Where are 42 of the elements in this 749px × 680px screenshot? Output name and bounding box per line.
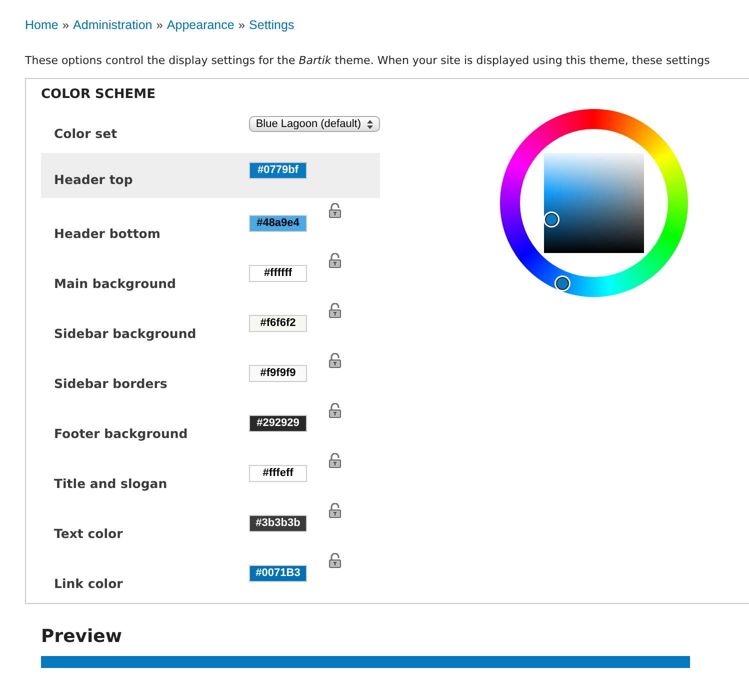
- field-label: Color set: [54, 124, 118, 140]
- field-label: Header bottom: [54, 224, 162, 240]
- field-label: Link color: [54, 574, 124, 590]
- saturation-square[interactable]: [544, 153, 644, 253]
- padlock-icon[interactable]: [329, 503, 341, 518]
- padlock-icon[interactable]: [329, 353, 341, 368]
- field-label: Sidebar borders: [54, 374, 168, 390]
- color-set-dropdown[interactable]: Blue Lagoon (default): [248, 116, 380, 132]
- field-label: Text color: [54, 524, 124, 540]
- color-value-field[interactable]: #292929: [249, 414, 307, 432]
- section-legend: COLOR SCHEME: [41, 87, 749, 103]
- field-label: Footer background: [54, 424, 189, 440]
- color-value-field[interactable]: #3b3b3b: [249, 514, 307, 532]
- padlock-icon[interactable]: [329, 203, 341, 218]
- breadcrumb-separator: »: [62, 17, 70, 33]
- breadcrumb-link[interactable]: Settings: [249, 17, 294, 33]
- color-value-field[interactable]: #48a9e4: [249, 214, 307, 232]
- padlock-icon[interactable]: [329, 403, 341, 418]
- field-label: Main background: [54, 274, 177, 290]
- padlock-icon[interactable]: [329, 453, 341, 468]
- padlock-icon[interactable]: [329, 553, 341, 568]
- updown-arrows-icon: [367, 120, 373, 128]
- hue-handle[interactable]: [556, 277, 569, 290]
- breadcrumb-link[interactable]: Administration: [73, 17, 152, 33]
- description-text: These options control the display settings for the Bartik theme. When your site is displayed using this theme, these settings: [25, 53, 711, 69]
- padlock-icon[interactable]: [329, 253, 341, 268]
- field-label: Title and slogan: [54, 474, 168, 490]
- color-value-field[interactable]: #ffffff: [249, 264, 307, 282]
- saturation-handle[interactable]: [545, 213, 558, 226]
- field-label: Header top: [54, 170, 134, 186]
- breadcrumb-separator: »: [156, 17, 163, 33]
- breadcrumb-separator: »: [238, 17, 246, 33]
- color-value-field[interactable]: #0071B3: [249, 564, 307, 582]
- color-value-field[interactable]: #f9f9f9: [249, 364, 307, 382]
- color-value-field[interactable]: #0779bf: [249, 162, 307, 179]
- color-value-field[interactable]: #fffeff: [249, 464, 307, 482]
- breadcrumb-link[interactable]: Home: [25, 17, 58, 33]
- breadcrumb-link[interactable]: Appearance: [166, 17, 234, 33]
- preview-heading: Preview: [41, 626, 124, 648]
- padlock-icon[interactable]: [329, 303, 341, 318]
- color-value-field[interactable]: #f6f6f2: [249, 314, 307, 332]
- field-label: Sidebar background: [54, 324, 198, 340]
